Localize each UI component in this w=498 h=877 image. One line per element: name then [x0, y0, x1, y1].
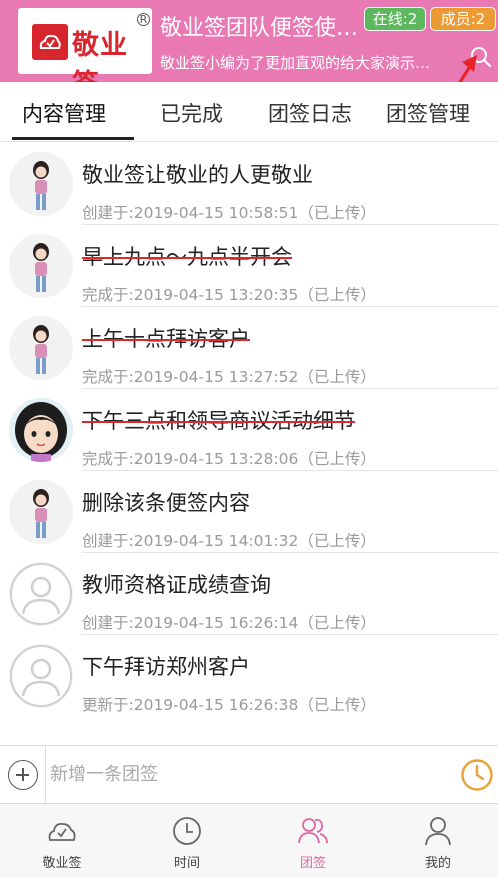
note-title: 删除该条便签内容 [82, 491, 250, 515]
note-timestamp: 完成于:2019-04-15 13:20:35（已上传） [82, 286, 376, 304]
note-timestamp: 创建于:2019-04-15 16:26:14（已上传） [82, 614, 376, 632]
nav-label: 敬业签 [42, 856, 82, 871]
nav-time[interactable]: 时间 [125, 804, 249, 877]
nav-team[interactable]: 团签 [251, 804, 375, 877]
tab-team-log[interactable]: 团签日志 [268, 98, 352, 128]
nav-mine[interactable]: 我的 [376, 804, 498, 877]
note-title: 教师资格证成绩查询 [82, 573, 271, 597]
note-title: 下午三点和领导商议活动细节 [82, 409, 355, 433]
list-item[interactable]: 下午拜访郑州客户 更新于:2019-04-15 16:26:38（已上传） [0, 635, 498, 717]
online-count-badge[interactable]: 在线:2 [364, 7, 426, 31]
nav-label: 我的 [424, 856, 451, 871]
team-subtitle: 敬业签小编为了更加直观的给大家演示团签功能 [160, 54, 445, 72]
nav-label: 时间 [173, 856, 200, 871]
add-icon[interactable] [8, 760, 38, 790]
girl-avatar-icon [9, 480, 73, 544]
list-item[interactable]: 早上九点～九点半开会 完成于:2019-04-15 13:20:35（已上传） [0, 225, 498, 307]
girl-avatar-icon [9, 316, 73, 380]
note-title: 早上九点～九点半开会 [82, 245, 292, 269]
note-timestamp: 更新于:2019-04-15 16:26:38（已上传） [82, 696, 376, 714]
registered-mark: R [137, 13, 150, 26]
girl-avatar-icon [9, 234, 73, 298]
member-count-badge[interactable]: 成员:2 [430, 7, 496, 31]
logo-icon [32, 24, 68, 60]
reminder-clock-icon[interactable] [460, 758, 494, 792]
list-item[interactable]: 下午三点和领导商议活动细节 完成于:2019-04-15 13:28:06（已上… [0, 389, 498, 471]
note-title: 上午十点拜访客户 [82, 327, 250, 351]
cartoon-avatar-icon [9, 398, 73, 462]
list-item[interactable]: 删除该条便签内容 创建于:2019-04-15 14:01:32（已上传） [0, 471, 498, 553]
note-timestamp: 创建于:2019-04-15 10:58:51（已上传） [82, 204, 376, 222]
team-icon [298, 818, 328, 844]
team-title[interactable]: 敬业签团队便签使用教程 [160, 10, 360, 42]
new-note-bar [0, 745, 498, 804]
user-icon [425, 817, 451, 846]
tab-completed[interactable]: 已完成 [160, 98, 223, 128]
tab-bar: 内容管理 已完成 团签日志 团签管理 [0, 82, 498, 142]
default-avatar-icon [9, 644, 73, 708]
input-separator [45, 746, 46, 804]
active-tab-indicator [12, 137, 134, 140]
new-note-input[interactable] [50, 754, 450, 794]
tab-content-manage[interactable]: 内容管理 [22, 98, 106, 128]
app-logo: 敬业签 R [18, 8, 152, 100]
clock-icon [173, 817, 201, 845]
note-timestamp: 完成于:2019-04-15 13:28:06（已上传） [82, 450, 376, 468]
nav-jingyeqian[interactable]: 敬业签 [0, 804, 124, 877]
default-avatar-icon [9, 562, 73, 626]
note-timestamp: 完成于:2019-04-15 13:27:52（已上传） [82, 368, 376, 386]
app-header: 敬业签 R 敬业签团队便签使用教程 敬业签小编为了更加直观的给大家演示团签功能 … [0, 0, 498, 100]
girl-avatar-icon [9, 152, 73, 216]
note-timestamp: 创建于:2019-04-15 14:01:32（已上传） [82, 532, 376, 550]
bottom-navigation: 敬业签 时间 团签 我的 [0, 803, 498, 877]
note-title: 敬业签让敬业的人更敬业 [82, 163, 313, 187]
tab-team-manage[interactable]: 团签管理 [386, 98, 470, 128]
list-item[interactable]: 上午十点拜访客户 完成于:2019-04-15 13:27:52（已上传） [0, 307, 498, 389]
cloud-icon [48, 822, 76, 841]
nav-label: 团签 [299, 856, 326, 871]
list-item[interactable]: 教师资格证成绩查询 创建于:2019-04-15 16:26:14（已上传） [0, 553, 498, 635]
note-title: 下午拜访郑州客户 [82, 655, 250, 679]
list-item[interactable]: 敬业签让敬业的人更敬业 创建于:2019-04-15 10:58:51（已上传） [0, 143, 498, 225]
